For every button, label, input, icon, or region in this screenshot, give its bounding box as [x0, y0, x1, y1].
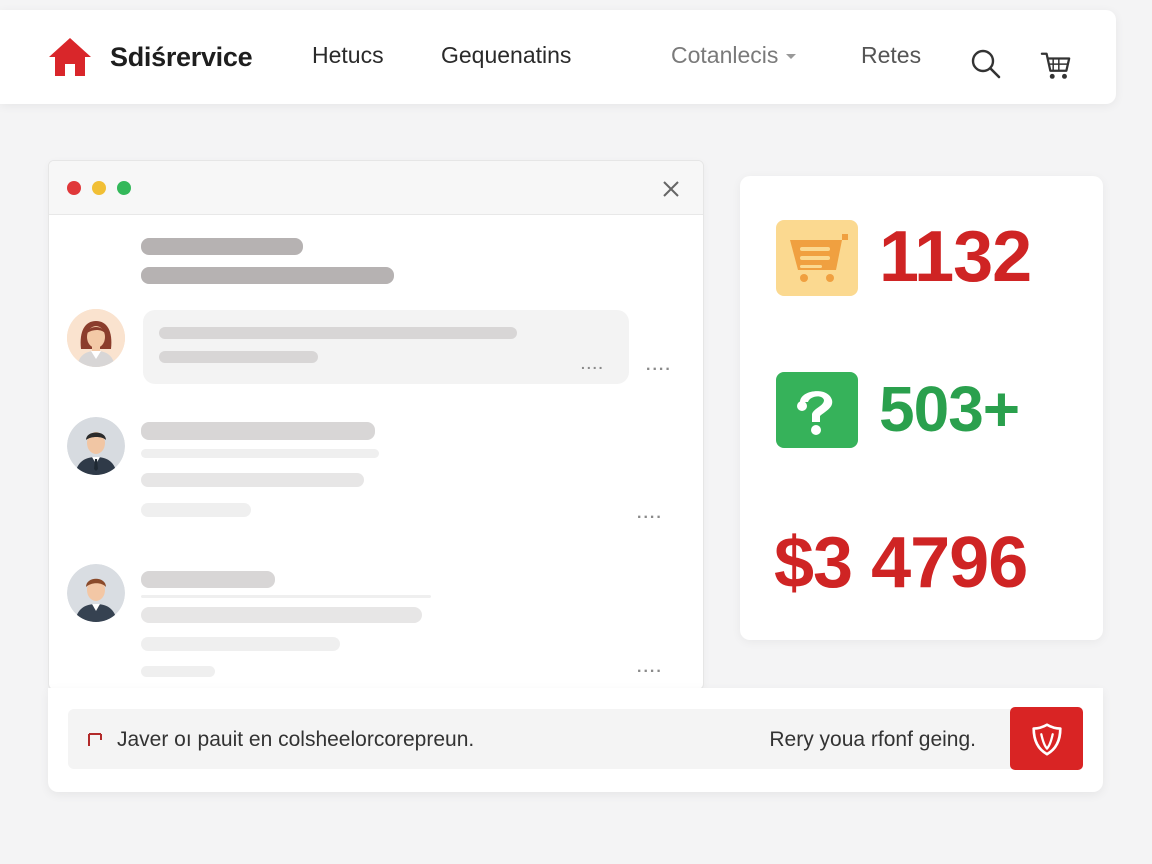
composer-hint: Rery youa rfonf geing. [769, 728, 976, 751]
stat-value-orders: 1132 [879, 217, 1032, 297]
more-options-icon[interactable]: .... [637, 659, 663, 677]
message-line [141, 473, 364, 487]
nav-link-2[interactable]: Gequenatins [441, 42, 571, 69]
more-options-icon[interactable]: .... [637, 505, 663, 523]
cart-list-icon [776, 220, 858, 296]
more-options-icon[interactable]: .... [646, 357, 672, 375]
message-line [141, 503, 251, 517]
message-line [141, 571, 275, 588]
message-line [141, 422, 375, 440]
home-icon [49, 38, 91, 76]
nav-link-rates[interactable]: Retes [861, 42, 921, 69]
brand-name: Sdiśrervice [110, 41, 253, 72]
message-line [141, 637, 340, 651]
subtitle-skeleton [141, 267, 394, 284]
message-line [141, 607, 422, 623]
nav-dropdown[interactable]: Cotanlecis [671, 42, 797, 69]
cart-icon[interactable] [1040, 50, 1072, 82]
reply-icon [88, 733, 102, 746]
avatar-woman-icon [67, 309, 125, 367]
maximize-dot-icon[interactable] [117, 181, 131, 195]
message-line [159, 351, 318, 363]
chat-window: .... .... .... .... [48, 160, 704, 690]
window-titlebar [49, 161, 703, 215]
nav-link-1[interactable]: Hetucs [312, 42, 384, 69]
nav-dropdown-label: Cotanlecis [671, 42, 779, 68]
top-navigation-bar: Sdiśrervice Hetucs Gequenatins Cotanleci… [0, 10, 1116, 104]
brand[interactable]: Sdiśrervice [46, 35, 253, 79]
avatar[interactable] [67, 564, 125, 622]
minimize-dot-icon[interactable] [92, 181, 106, 195]
avatar-man-icon [67, 564, 125, 622]
chevron-down-icon [786, 54, 797, 59]
avatar[interactable] [67, 309, 125, 367]
message-line [141, 595, 431, 598]
message-line [159, 327, 517, 339]
message-line [141, 666, 215, 677]
message-line [141, 449, 379, 458]
search-icon[interactable] [970, 48, 1002, 80]
message-input[interactable]: Javer oı pauit en colsheelorcorepreun. R… [68, 709, 1083, 769]
stat-value-revenue: $3 4796 [774, 523, 1028, 603]
avatar[interactable] [67, 417, 125, 475]
stat-value-tickets: 503+ [879, 373, 1020, 445]
title-skeleton [141, 238, 303, 255]
message-bubble: .... [143, 310, 629, 384]
stats-card: 1132 503+ $3 4796 [740, 176, 1103, 640]
send-button[interactable] [1010, 707, 1083, 770]
bubble-more-icon[interactable]: .... [581, 356, 605, 372]
close-dot-icon[interactable] [67, 181, 81, 195]
avatar-man-icon [67, 417, 125, 475]
composer-bar: Javer oı pauit en colsheelorcorepreun. R… [48, 688, 1103, 792]
shield-icon [1031, 722, 1062, 756]
help-icon [776, 372, 858, 448]
message-input-text: Javer oı pauit en colsheelorcorepreun. [117, 728, 475, 751]
close-icon[interactable] [661, 179, 681, 199]
